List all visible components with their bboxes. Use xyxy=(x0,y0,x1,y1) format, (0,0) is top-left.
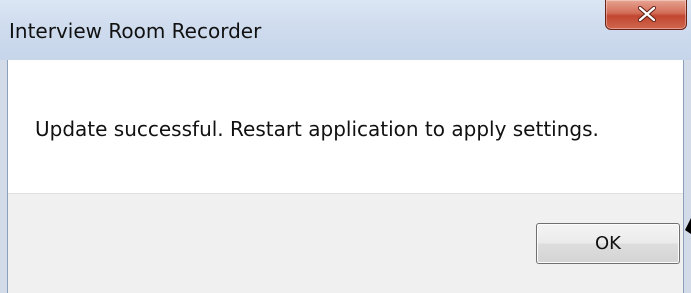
message-dialog: Interview Room Recorder Update successfu… xyxy=(0,0,691,293)
mouse-cursor-icon xyxy=(685,218,691,234)
message-text: Update successful. Restart application t… xyxy=(35,117,599,141)
button-bar: OK xyxy=(8,193,683,293)
ok-button[interactable]: OK xyxy=(536,223,680,264)
message-area: Update successful. Restart application t… xyxy=(8,60,683,193)
window-title: Interview Room Recorder xyxy=(9,19,262,43)
close-x-icon xyxy=(637,6,657,22)
dialog-body: Update successful. Restart application t… xyxy=(7,60,684,293)
title-bar[interactable]: Interview Room Recorder xyxy=(0,0,691,60)
close-button[interactable] xyxy=(605,0,687,30)
